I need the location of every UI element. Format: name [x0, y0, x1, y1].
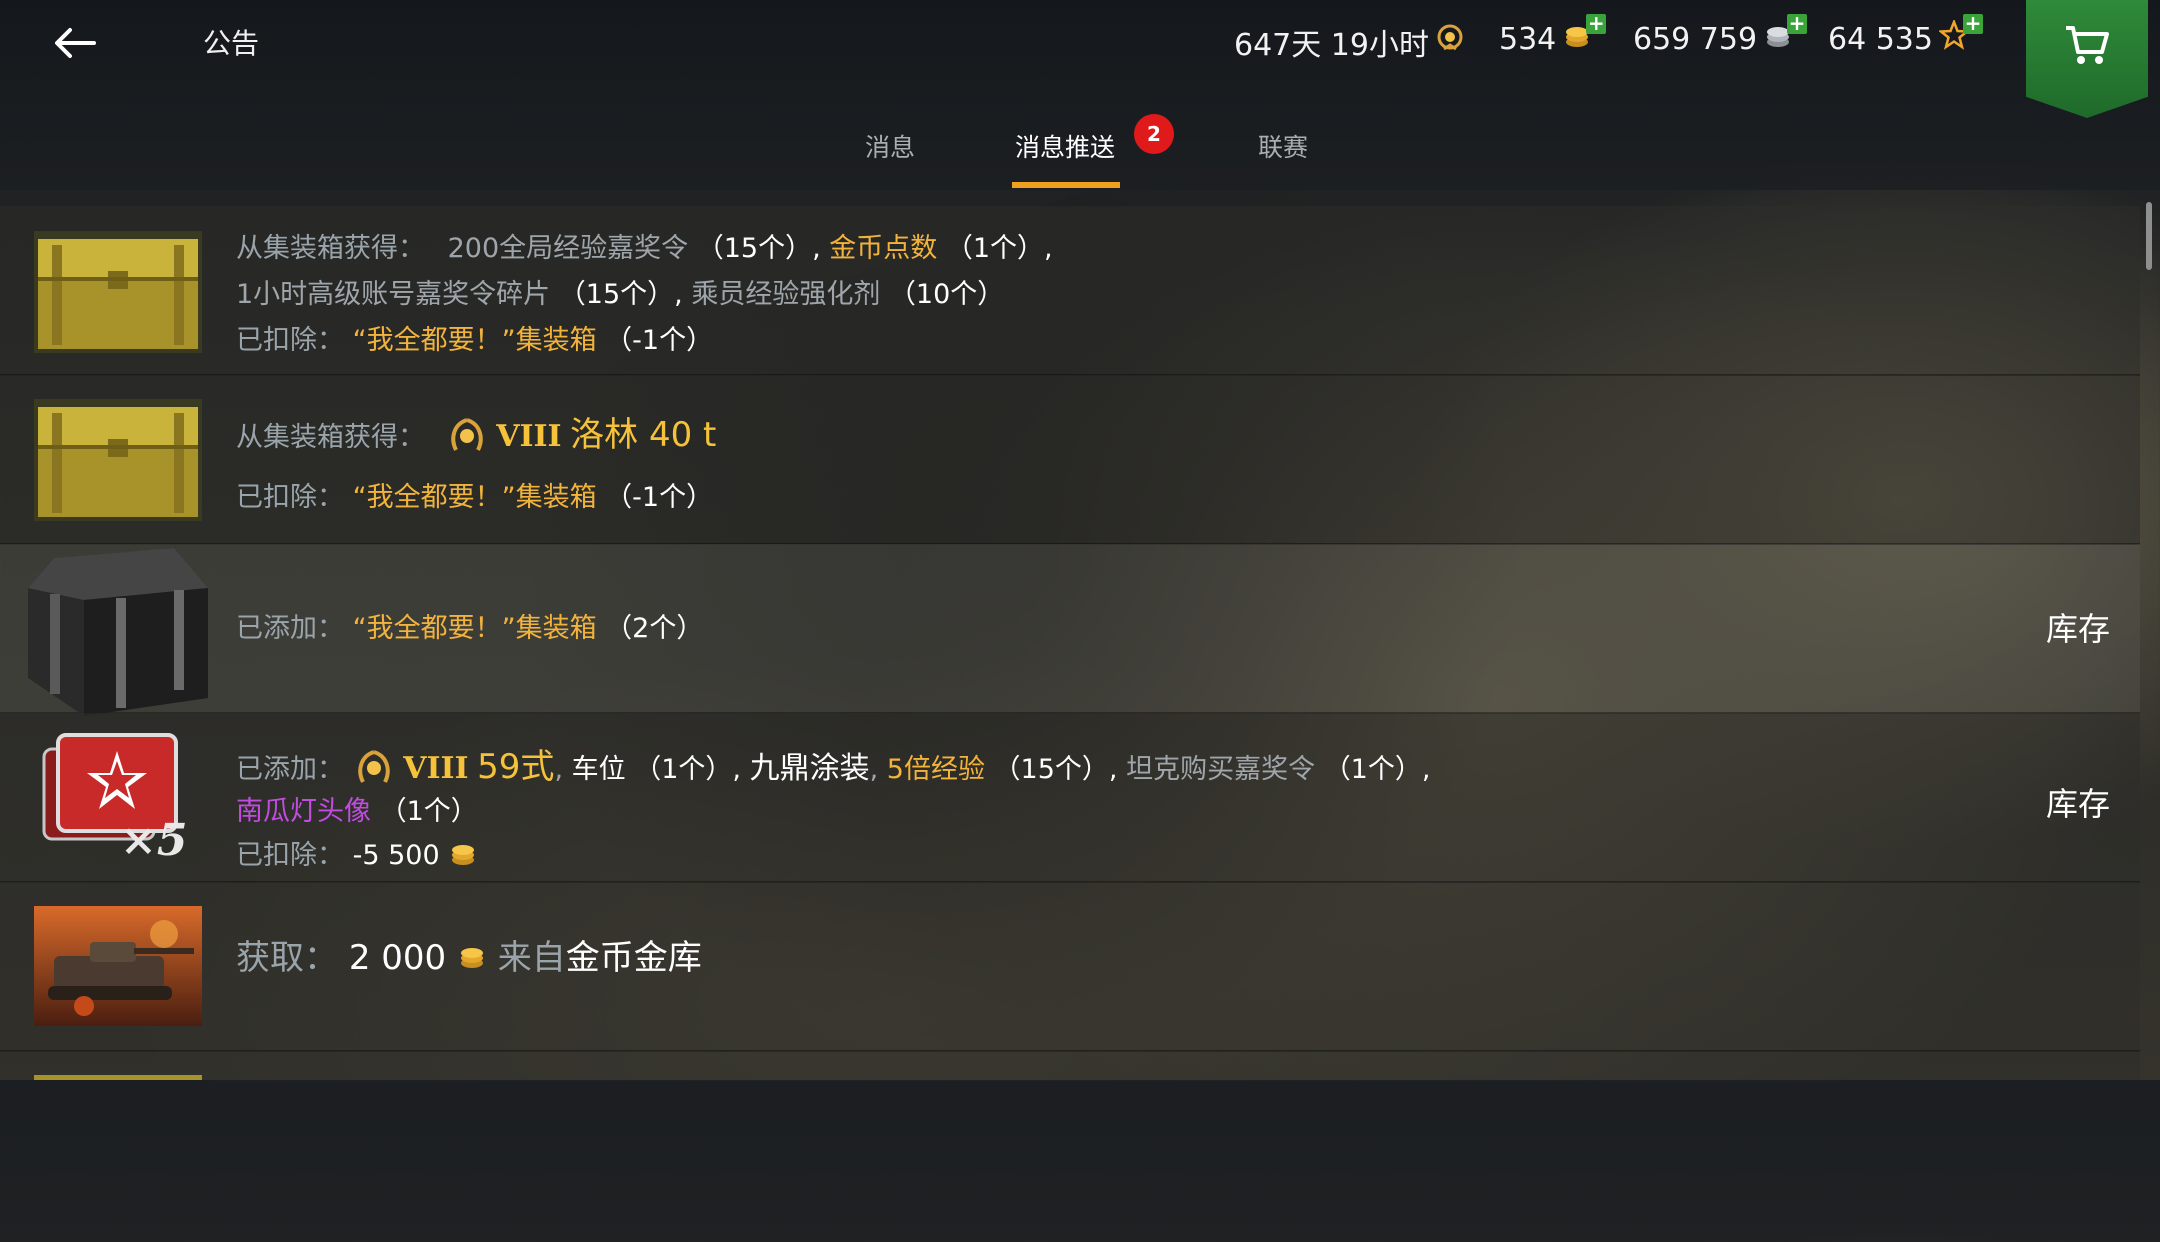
convert-xp-plus-icon[interactable]: +	[1962, 13, 1983, 34]
list-item	[0, 1051, 2140, 1080]
message-list[interactable]: 从集装箱获得： 200全局经验嘉奖令 （15个）, 金币点数 （1个）, 1小时…	[0, 206, 2160, 1080]
list-item: ×5 已添加： VIII 59式, 车位 （1个）, 九鼎涂装, 5倍经验 （1…	[0, 713, 2140, 883]
tab-league[interactable]: 联赛	[1258, 128, 1308, 164]
black-crate-thumbnail	[24, 548, 210, 722]
active-tab-indicator	[1012, 182, 1120, 188]
gold-coin-icon	[448, 838, 478, 875]
tier-laurel-icon	[353, 748, 395, 793]
deduction-line: 已扣除： -5 500	[236, 833, 478, 875]
reward-line: 从集装箱获得： VIII 洛林 40 t	[236, 407, 716, 461]
tier-laurel-icon	[446, 416, 488, 461]
tab-messages[interactable]: 消息	[865, 128, 915, 164]
back-button[interactable]	[50, 18, 100, 68]
shop-cart-button[interactable]	[2026, 0, 2148, 118]
income-line: 获取： 2 000 来自金币金库	[236, 938, 702, 980]
reward-line: 从集装箱获得： 200全局经验嘉奖令 （15个）, 金币点数 （1个）,	[236, 233, 1053, 264]
silver-credit-icon: +	[1763, 13, 1808, 58]
inventory-button[interactable]: 库存	[2046, 604, 2110, 650]
free-xp-value: 64 535	[1828, 21, 1933, 57]
premium-time-value: 647天 19小时	[1234, 28, 1429, 63]
deduction-line: 已扣除： “我全都要！”集装箱 （-1个）	[236, 482, 714, 513]
gold-crate-thumbnail	[34, 399, 202, 525]
scrollbar[interactable]	[2146, 202, 2152, 270]
crate-thumbnail-partial	[34, 1075, 202, 1080]
top-bar: 公告 647天 19小时 534 + 659 759 + 64 535 + 消息…	[0, 0, 2160, 190]
gold-crate-thumbnail	[34, 231, 202, 357]
tank-battle-thumbnail	[34, 906, 202, 1030]
list-item: 从集装箱获得： VIII 洛林 40 t 已扣除： “我全都要！”集装箱 （-1…	[0, 375, 2140, 545]
free-xp-stat[interactable]: 64 535 +	[1828, 13, 1983, 58]
cart-icon	[2066, 26, 2109, 64]
page-title: 公告	[203, 27, 260, 60]
buy-gold-plus-icon[interactable]: +	[1586, 13, 1607, 34]
list-item: 已添加： “我全都要！”集装箱 （2个） 库存	[0, 544, 2140, 716]
gold-coin-icon: +	[1562, 13, 1607, 58]
back-arrow-icon	[55, 28, 96, 58]
thumbnail-multiplier: ×5	[120, 815, 188, 866]
notification-badge: 2	[1134, 114, 1174, 154]
deduction-line: 已扣除： “我全都要！”集装箱 （-1个）	[236, 325, 714, 356]
list-item: 从集装箱获得： 200全局经验嘉奖令 （15个）, 金币点数 （1个）, 1小时…	[0, 206, 2140, 376]
inventory-button[interactable]: 库存	[2046, 779, 2110, 825]
buy-credits-plus-icon[interactable]: +	[1787, 13, 1808, 34]
added-line: 已添加： “我全都要！”集装箱 （2个）	[236, 613, 704, 644]
credits-stat[interactable]: 659 759 +	[1633, 13, 1808, 58]
reward-line: 1小时高级账号嘉奖令碎片 （15个）, 乘员经验强化剂 （10个）	[236, 279, 1005, 310]
added-line: 南瓜灯头像 （1个）	[236, 796, 478, 827]
gold-stat[interactable]: 534 +	[1499, 13, 1607, 58]
list-item: 获取： 2 000 来自金币金库	[0, 882, 2140, 1052]
free-xp-star-icon: +	[1937, 13, 1983, 58]
gold-coin-icon	[457, 940, 487, 980]
premium-time-stat[interactable]: 647天 19小时	[1234, 20, 1465, 64]
red-star-cards-thumbnail: ×5	[36, 727, 196, 871]
gold-value: 534	[1499, 21, 1557, 57]
tab-push-messages[interactable]: 消息推送	[1015, 128, 1115, 164]
premium-laurel-icon	[1435, 23, 1465, 61]
added-line: 已添加： VIII 59式, 车位 （1个）, 九鼎涂装, 5倍经验 （15个）…	[236, 739, 1430, 793]
credits-value: 659 759	[1633, 21, 1758, 57]
